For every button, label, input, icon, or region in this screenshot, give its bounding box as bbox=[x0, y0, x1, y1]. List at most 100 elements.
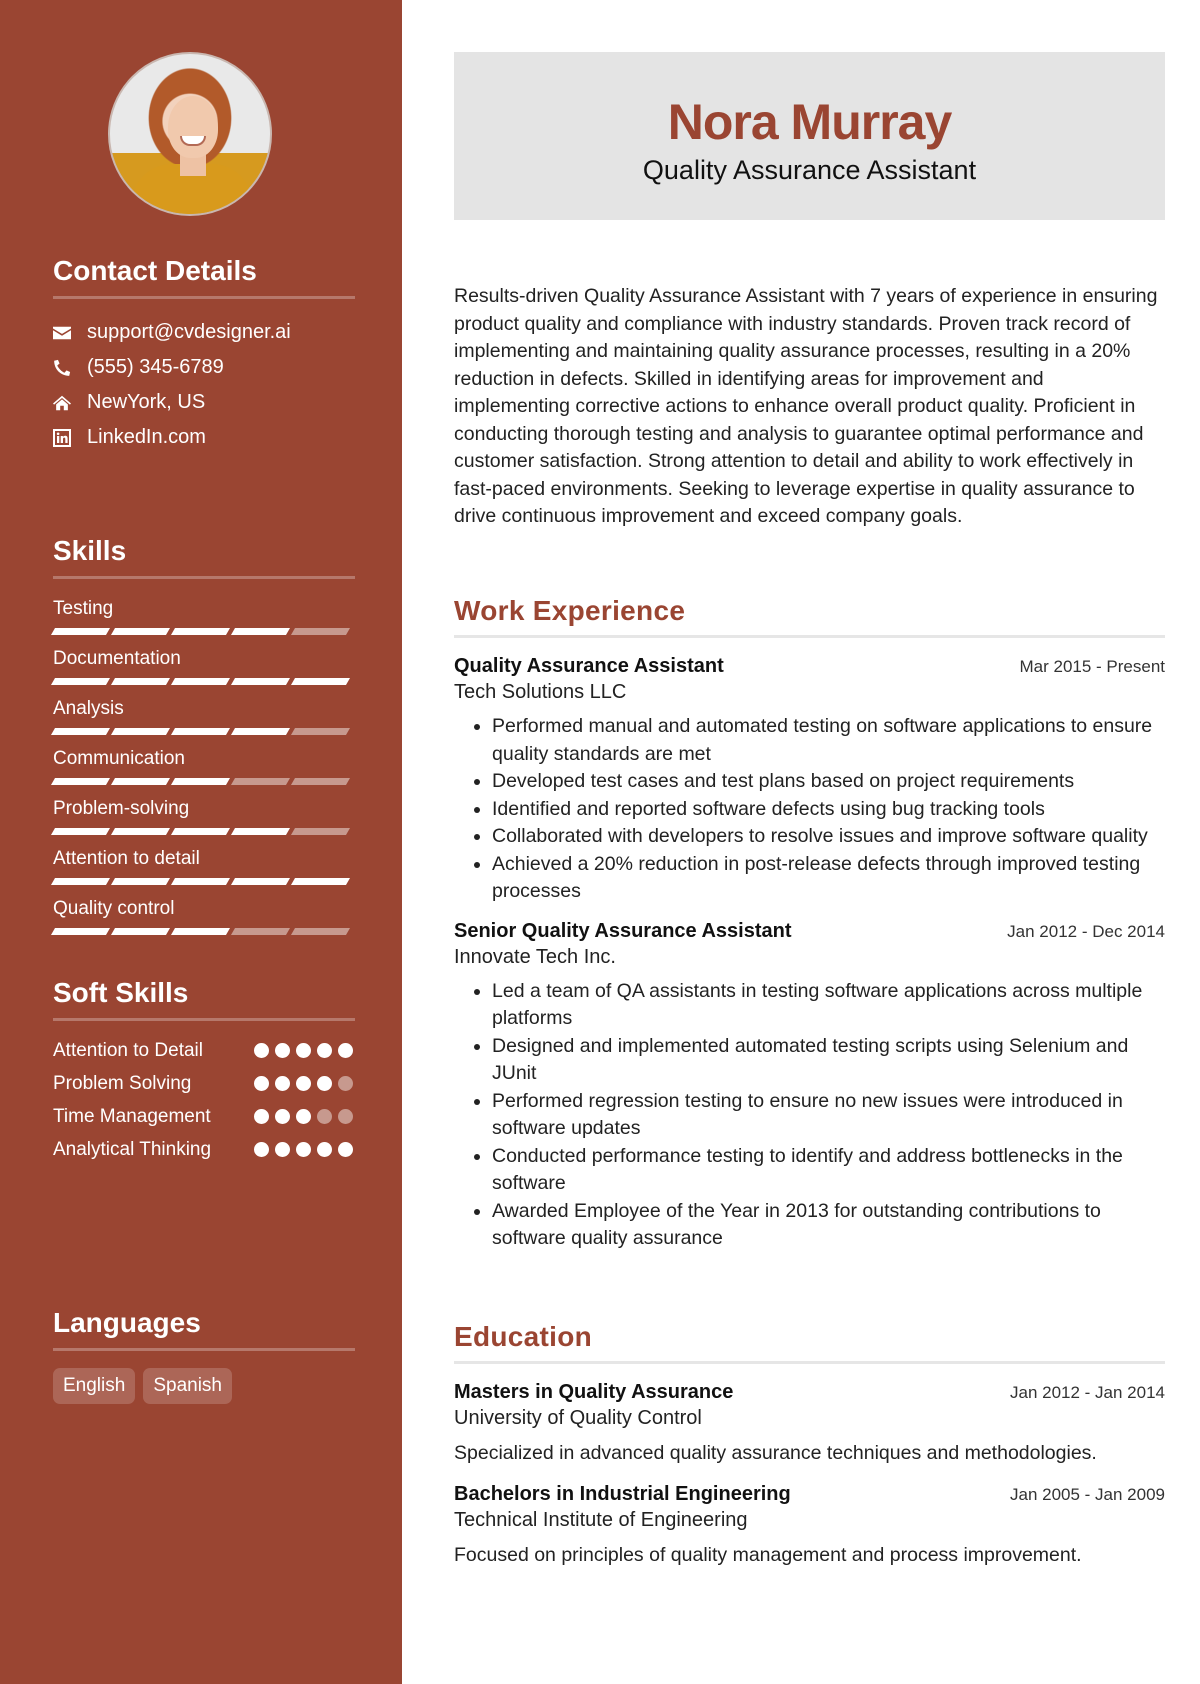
skill-rating bbox=[50, 828, 355, 835]
candidate-title: Quality Assurance Assistant bbox=[642, 155, 977, 185]
skill-label: Problem-solving bbox=[53, 798, 190, 819]
rating-bar-empty bbox=[290, 778, 351, 785]
rating-bar-filled bbox=[170, 628, 231, 635]
soft-skill-label: Problem Solving bbox=[53, 1073, 192, 1094]
education-description: Focused on principles of quality managem… bbox=[454, 1544, 1082, 1566]
contact-linkedin[interactable]: LinkedIn.com bbox=[53, 420, 355, 455]
rating-bar-filled bbox=[230, 828, 291, 835]
soft-skill-rating bbox=[254, 1070, 355, 1097]
soft-skills-divider bbox=[53, 1018, 355, 1021]
rating-dot-filled bbox=[275, 1142, 290, 1157]
rating-dot-filled bbox=[275, 1109, 290, 1124]
rating-bar-filled bbox=[290, 678, 351, 685]
rating-bar-filled bbox=[230, 678, 291, 685]
job-bullet: Collaborated with developers to resolve … bbox=[492, 823, 1165, 851]
job-entry: Quality Assurance Assistant Mar 2015 - P… bbox=[454, 653, 1165, 906]
rating-bar-empty bbox=[230, 928, 291, 935]
degree: Masters in Quality Assurance bbox=[454, 1381, 734, 1403]
soft-skill-label: Analytical Thinking bbox=[53, 1139, 212, 1160]
soft-skills-list: Attention to Detail Problem Solving Time… bbox=[53, 1037, 355, 1163]
rating-bar-filled bbox=[50, 928, 111, 935]
soft-skill-item: Problem Solving bbox=[53, 1070, 355, 1097]
job-bullet: Led a team of QA assistants in testing s… bbox=[492, 978, 1165, 1033]
language-tag: Spanish bbox=[143, 1368, 232, 1404]
summary: Results-driven Quality Assurance Assista… bbox=[454, 285, 1158, 527]
skill-item: Quality control bbox=[50, 895, 355, 945]
rating-dot-filled bbox=[296, 1043, 311, 1058]
skills-list: Testing Documentation Analysis Communica… bbox=[50, 595, 355, 945]
candidate-name: Nora Murray bbox=[667, 94, 953, 150]
rating-dot-filled bbox=[317, 1142, 332, 1157]
rating-dot-empty bbox=[338, 1109, 353, 1124]
skill-item: Documentation bbox=[50, 645, 355, 695]
rating-bar-empty bbox=[290, 928, 351, 935]
envelope-icon bbox=[53, 324, 87, 342]
skill-rating bbox=[50, 928, 355, 935]
linkedin-icon bbox=[53, 428, 87, 447]
work-experience-section: Work Experience Quality Assurance Assist… bbox=[454, 594, 1165, 1253]
skill-rating bbox=[50, 728, 355, 735]
education-dates: Jan 2005 - Jan 2009 bbox=[1009, 1485, 1165, 1504]
education-entry: Masters in Quality Assurance Jan 2012 - … bbox=[454, 1379, 1165, 1467]
education-heading: Education bbox=[454, 1321, 593, 1352]
language-tag: English bbox=[53, 1368, 136, 1404]
skill-item: Analysis bbox=[50, 695, 355, 745]
skill-label: Testing bbox=[53, 598, 114, 619]
rating-bar-filled bbox=[230, 878, 291, 885]
skill-label: Documentation bbox=[53, 648, 181, 669]
phone-icon bbox=[53, 359, 87, 377]
rating-dot-filled bbox=[296, 1142, 311, 1157]
skill-label: Attention to detail bbox=[53, 848, 200, 869]
job-entry: Senior Quality Assurance Assistant Jan 2… bbox=[454, 918, 1165, 1253]
job-bullet: Performed regression testing to ensure n… bbox=[492, 1088, 1165, 1143]
soft-skill-rating bbox=[254, 1037, 355, 1064]
profile-photo bbox=[108, 52, 272, 216]
skills-section: Skills Testing Documentation Analysis Co… bbox=[50, 534, 355, 945]
skill-rating bbox=[50, 678, 355, 685]
job-header: Senior Quality Assurance Assistant Jan 2… bbox=[454, 918, 1165, 944]
job-bullet: Achieved a 20% reduction in post-release… bbox=[492, 851, 1165, 906]
rating-bar-filled bbox=[50, 878, 111, 885]
languages-heading: Languages bbox=[53, 1307, 201, 1338]
rating-bar-filled bbox=[290, 878, 351, 885]
contact-phone[interactable]: (555) 345-6789 bbox=[53, 350, 355, 385]
rating-bar-filled bbox=[110, 628, 171, 635]
rating-bar-filled bbox=[170, 928, 231, 935]
rating-bar-filled bbox=[110, 778, 171, 785]
contact-email[interactable]: support@cvdesigner.ai bbox=[53, 315, 355, 350]
photo-face bbox=[168, 96, 218, 158]
school: University of Quality Control bbox=[454, 1407, 702, 1429]
skill-item: Testing bbox=[50, 595, 355, 645]
job-dates: Jan 2012 - Dec 2014 bbox=[1007, 921, 1165, 941]
work-experience-heading: Work Experience bbox=[454, 595, 686, 626]
rating-bar-filled bbox=[170, 678, 231, 685]
work-experience-divider bbox=[454, 635, 1165, 638]
rating-bar-filled bbox=[110, 928, 171, 935]
soft-skill-label: Time Management bbox=[53, 1106, 211, 1127]
header: Nora Murray Quality Assurance Assistant bbox=[454, 52, 1165, 220]
education-description: Specialized in advanced quality assuranc… bbox=[454, 1442, 1097, 1464]
contact-divider bbox=[53, 296, 355, 299]
rating-bar-filled bbox=[50, 778, 111, 785]
soft-skill-item: Analytical Thinking bbox=[53, 1136, 355, 1163]
rating-dot-filled bbox=[338, 1043, 353, 1058]
job-header: Quality Assurance Assistant Mar 2015 - P… bbox=[454, 653, 1165, 679]
skill-rating bbox=[50, 878, 355, 885]
job-bullet: Designed and implemented automated testi… bbox=[492, 1033, 1165, 1088]
rating-bar-filled bbox=[230, 628, 291, 635]
contact-email-text: support@cvdesigner.ai bbox=[87, 321, 291, 343]
languages-divider bbox=[53, 1348, 355, 1351]
skill-label: Analysis bbox=[53, 698, 124, 719]
rating-bar-empty bbox=[230, 778, 291, 785]
job-bullets: Led a team of QA assistants in testing s… bbox=[454, 978, 1165, 1253]
languages-section: Languages English Spanish bbox=[53, 1306, 355, 1404]
rating-bar-empty bbox=[290, 628, 351, 635]
contact-linkedin-text: LinkedIn.com bbox=[87, 426, 206, 448]
rating-bar-empty bbox=[290, 728, 351, 735]
rating-dot-filled bbox=[317, 1043, 332, 1058]
contact-section: Contact Details support@cvdesigner.ai (5… bbox=[53, 254, 355, 455]
rating-dot-empty bbox=[317, 1109, 332, 1124]
languages-list: English Spanish bbox=[53, 1368, 355, 1404]
soft-skill-rating bbox=[254, 1103, 355, 1130]
education-header: Bachelors in Industrial Engineering Jan … bbox=[454, 1481, 1165, 1507]
